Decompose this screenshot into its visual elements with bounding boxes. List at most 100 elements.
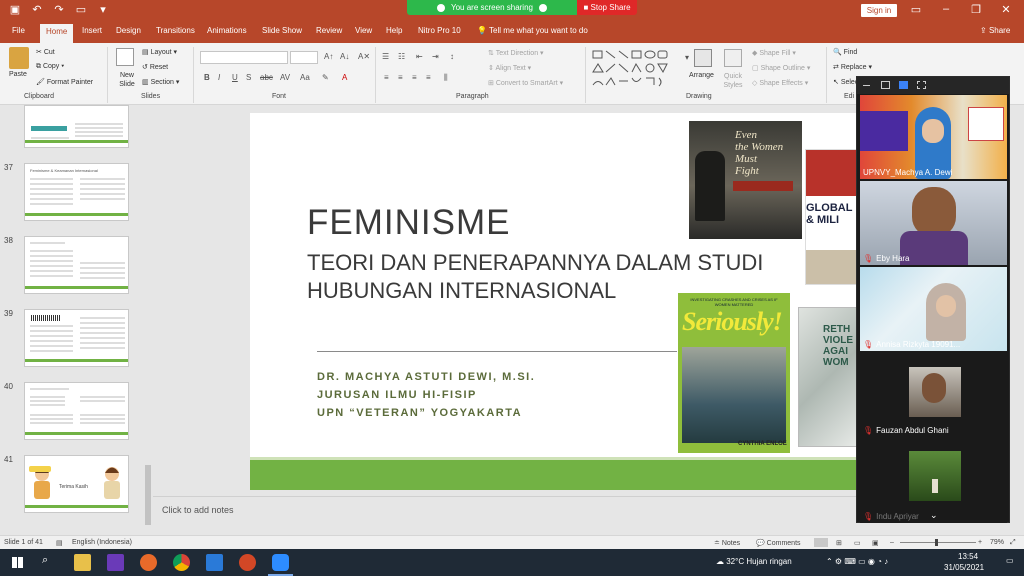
underline-icon[interactable]: U [232, 73, 238, 82]
notes-button[interactable]: ≐ Notes [714, 539, 740, 547]
text-direction-button[interactable]: ⇅ Text Direction ▾ [488, 49, 544, 57]
slideshow-icon[interactable]: ▣ [872, 539, 879, 547]
tab-nitro[interactable]: Nitro Pro 10 [418, 26, 461, 35]
copy-button[interactable]: ⧉ Copy ▾ [36, 63, 64, 71]
author-university[interactable]: UPN “VETERAN” YOGYAKARTA [317, 407, 522, 419]
section-button[interactable]: ▥ Section ▾ [142, 78, 179, 86]
share-button[interactable]: ⇪ Share [980, 26, 1010, 35]
shapes-more-icon[interactable]: ▾ [685, 53, 689, 62]
shape-effects-button[interactable]: ◇ Shape Effects ▾ [752, 79, 808, 87]
numbering-icon[interactable]: ☷ [398, 52, 405, 61]
decrease-indent-icon[interactable]: ⇤ [416, 52, 423, 61]
scrollbar-thumb[interactable] [145, 465, 151, 525]
slide-thumbnail[interactable]: Terima Kasih [24, 455, 129, 513]
book-cover-rethinking-violence[interactable]: RETH VIOLE AGAI WOM [798, 307, 857, 447]
arrange-button[interactable]: Arrange [689, 72, 714, 79]
tab-review[interactable]: Review [316, 26, 342, 35]
justify-icon[interactable]: ≡ [426, 73, 431, 82]
tab-help[interactable]: Help [386, 26, 402, 35]
reading-view-icon[interactable]: ▭ [854, 539, 861, 547]
shapes-gallery[interactable] [591, 48, 681, 90]
close-icon[interactable]: ✕ [998, 3, 1014, 16]
spellcheck-icon[interactable]: ▤ [56, 539, 63, 547]
participant-tile[interactable]: 🎙 Annisa Rizkyta 19091... [860, 267, 1007, 351]
chrome-icon[interactable] [173, 554, 190, 571]
tab-design[interactable]: Design [116, 26, 141, 35]
zoom-out-icon[interactable]: – [890, 539, 894, 546]
participant-tile[interactable]: 🎙 Fauzan Abdul Ghani [860, 353, 1007, 437]
tab-file[interactable]: File [12, 26, 25, 35]
slide-thumbnail[interactable]: Feminisme & Keamanan Internasional [24, 163, 129, 221]
file-explorer-icon[interactable] [74, 554, 91, 571]
customize-qat-icon[interactable]: ▾ [96, 3, 110, 17]
start-icon[interactable] [12, 557, 23, 568]
format-painter-button[interactable]: 🖌 Format Painter [36, 78, 93, 86]
slide-thumbnail[interactable] [24, 382, 129, 440]
language-indicator[interactable]: English (Indonesia) [72, 539, 132, 546]
powerpoint-icon[interactable] [239, 554, 256, 571]
search-icon[interactable]: ⌕ [42, 554, 48, 567]
paste-icon[interactable] [9, 47, 29, 69]
cut-button[interactable]: ✂ Cut [36, 48, 55, 56]
new-slide-button[interactable]: New Slide [114, 71, 140, 89]
reset-button[interactable]: ↺ Reset [142, 63, 168, 71]
tell-me-box[interactable]: 💡 Tell me what you want to do [477, 26, 588, 35]
author-department[interactable]: JURUSAN ILMU HI-FISIP [317, 389, 477, 401]
minimize-icon[interactable]: – [938, 3, 954, 15]
tab-view[interactable]: View [355, 26, 372, 35]
notes-placeholder[interactable]: Click to add notes [162, 505, 234, 515]
save-icon[interactable]: ▣ [8, 3, 22, 17]
italic-icon[interactable]: I [218, 73, 220, 82]
grow-font-icon[interactable]: A↑ [324, 52, 333, 61]
shadow-icon[interactable]: S [246, 73, 251, 82]
book-cover-global-military[interactable]: GLOBAL & MILI [805, 149, 857, 285]
font-color-icon[interactable]: A [342, 73, 347, 82]
tab-transitions[interactable]: Transitions [156, 26, 195, 35]
grid-view-icon[interactable] [917, 81, 926, 89]
restore-icon[interactable]: ❐ [968, 3, 984, 16]
participant-tile[interactable]: UPNVY_Machya A. Dewi [860, 95, 1007, 179]
char-spacing-icon[interactable]: AV [280, 73, 290, 82]
slide-canvas[interactable]: FEMINISME TEORI DAN PENERAPANNYA DALAM S… [250, 113, 857, 490]
new-slide-icon[interactable] [116, 48, 134, 66]
tab-animations[interactable]: Animations [207, 26, 247, 35]
fit-to-window-icon[interactable]: ⤢ [1010, 539, 1016, 547]
participant-tile[interactable]: 🎙 Indu Apriyar ⌄ [860, 439, 1007, 523]
highlight-icon[interactable]: ✎ [322, 73, 329, 82]
weather-widget[interactable]: ☁ 32°C Hujan ringan [716, 557, 792, 566]
undo-icon[interactable]: ↶ [30, 3, 44, 17]
align-text-button[interactable]: ⇕ Align Text ▾ [488, 64, 531, 72]
tab-home[interactable]: Home [40, 24, 74, 43]
align-right-icon[interactable]: ≡ [412, 73, 417, 82]
minimize-icon[interactable] [863, 85, 870, 86]
strip-view-icon[interactable] [899, 81, 908, 89]
slide-sorter-icon[interactable]: ⊞ [836, 539, 842, 547]
change-case-icon[interactable]: Aa [300, 73, 310, 82]
line-spacing-icon[interactable]: ↕ [450, 52, 454, 61]
font-family-select[interactable] [200, 51, 288, 64]
arrange-icon[interactable] [694, 49, 712, 67]
author-name[interactable]: DR. MACHYA ASTUTI DEWI, M.SI. [317, 371, 535, 383]
font-size-select[interactable] [290, 51, 318, 64]
book-cover-seriously[interactable]: INVESTIGATING CRASHES AND CRISES AS IF W… [678, 293, 790, 453]
thumbnails-scrollbar[interactable] [143, 105, 153, 535]
quick-styles-button[interactable]: Quick Styles [720, 72, 746, 90]
chevron-down-icon[interactable]: ⌄ [930, 510, 938, 521]
strikethrough-icon[interactable]: abc [260, 73, 273, 82]
paste-button[interactable]: Paste [9, 71, 27, 78]
book-cover-even-the-women[interactable]: Even the Women Must Fight [689, 121, 802, 239]
bold-icon[interactable]: B [204, 73, 210, 82]
zoom-app-icon[interactable] [272, 554, 289, 571]
find-button[interactable]: 🔍 Find [833, 48, 857, 56]
present-icon[interactable]: ▭ [74, 3, 88, 17]
zoom-in-icon[interactable]: + [978, 539, 982, 546]
visual-studio-icon[interactable] [107, 554, 124, 571]
align-center-icon[interactable]: ≡ [398, 73, 403, 82]
normal-view-icon[interactable] [814, 538, 828, 547]
quick-styles-icon[interactable] [724, 49, 742, 67]
participant-tile[interactable]: 🎙 Eby Hara [860, 181, 1007, 265]
firefox-icon[interactable] [140, 554, 157, 571]
shrink-font-icon[interactable]: A↓ [340, 52, 349, 61]
redo-icon[interactable]: ↷ [52, 3, 66, 17]
clock-date[interactable]: 31/05/2021 [944, 563, 984, 572]
